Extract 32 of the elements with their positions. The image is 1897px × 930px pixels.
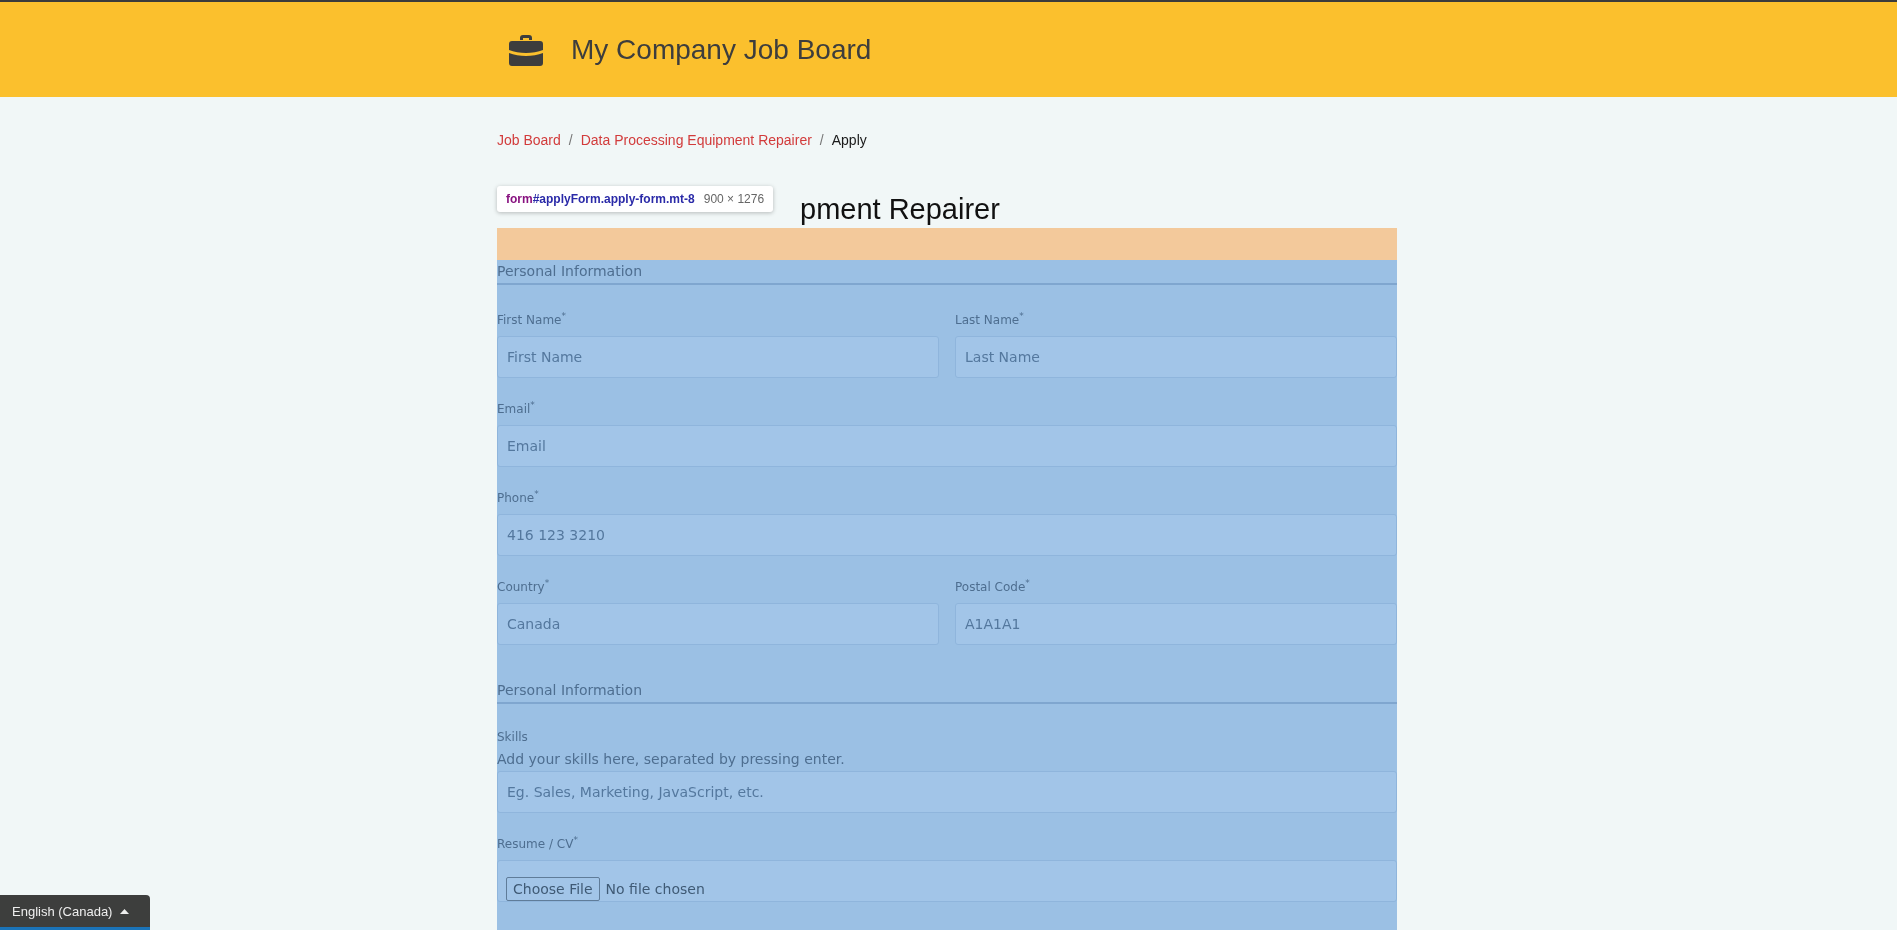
language-button[interactable]: English (Canada)	[0, 895, 150, 930]
section-title: Personal Information	[497, 260, 1397, 285]
field-help: Add your skills here, separated by pressing enter.	[497, 751, 846, 767]
site-title: My Company Job Board	[571, 33, 872, 66]
breadcrumb-link[interactable]: Job Board	[497, 132, 561, 148]
input-field[interactable]: Canada	[497, 603, 939, 645]
breadcrumb-separator: /	[819, 132, 824, 148]
choose-file-button[interactable]: Choose File	[506, 877, 600, 901]
breadcrumb-separator: /	[568, 132, 573, 148]
field-label: Skills	[497, 730, 529, 744]
field-label: Phone$^{*}$	[497, 489, 540, 505]
file-status: No file chosen	[605, 881, 705, 899]
input-field[interactable]: Last Name	[955, 336, 1397, 378]
page-title: pment Repairer	[800, 192, 1000, 226]
current-page-label: Apply	[831, 132, 867, 148]
input-field[interactable]: 416 123 3210	[497, 514, 1397, 556]
field-label: Postal Code$^{*}$	[955, 578, 1031, 594]
field-label: Resume / CV$^{*}$	[497, 835, 579, 851]
field-label: Email$^{*}$	[497, 400, 536, 416]
field-label: Country$^{*}$	[497, 578, 551, 594]
field-label: First Name$^{*}$	[497, 311, 567, 327]
field-label: Last Name$^{*}$	[955, 311, 1025, 327]
caret-icon	[120, 908, 130, 914]
input-field[interactable]: A1A1A1	[955, 603, 1397, 645]
briefcase-icon	[509, 33, 543, 66]
inspector-tooltip: form#applyForm.apply-form.mt-8 900 × 1276	[497, 186, 774, 212]
input-field[interactable]: Eg. Sales, Marketing, JavaScript, etc.	[497, 771, 1397, 813]
file-field[interactable]: Choose File No file chosen	[497, 860, 1397, 902]
breadcrumb-link[interactable]: Data Processing Equipment Repairer	[580, 132, 812, 148]
input-field[interactable]: First Name	[497, 336, 939, 378]
input-field[interactable]: Email	[497, 425, 1397, 467]
section-title: Personal Information	[497, 679, 1397, 704]
